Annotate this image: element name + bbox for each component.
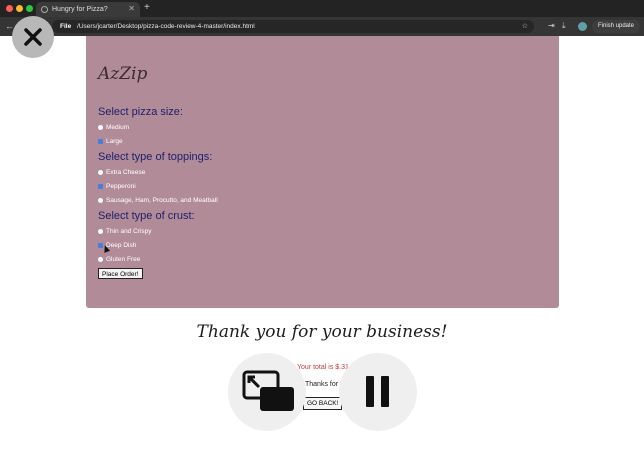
- radio-thin-crust[interactable]: [98, 228, 103, 234]
- size-label-large: Large: [106, 138, 123, 145]
- radio-medium[interactable]: [98, 124, 103, 130]
- picture-in-picture-icon: [242, 370, 294, 411]
- close-icon: [24, 28, 42, 46]
- tab-title: Hungry for Pizza?: [52, 6, 108, 13]
- topping-option-meats[interactable]: Sausage, Ham, Procutto, and Meatball: [98, 197, 218, 204]
- crust-heading: Select type of crust:: [98, 210, 195, 222]
- toppings-heading: Select type of toppings:: [98, 151, 213, 163]
- order-panel: AzZip Select pizza size: Medium Large Se…: [86, 36, 559, 308]
- topping-label-pepperoni: Pepperoni: [106, 183, 136, 190]
- pause-icon: [366, 376, 389, 407]
- radio-meats[interactable]: [98, 197, 103, 203]
- address-bar[interactable]: File /Users/jcarter/Desktop/pizza-code-r…: [52, 20, 534, 33]
- size-heading: Select pizza size:: [98, 106, 183, 118]
- size-label-medium: Medium: [106, 124, 130, 131]
- browser-toolbar: ← → File /Users/jcarter/Desktop/pizza-co…: [0, 17, 644, 36]
- go-back-button[interactable]: GO BACK!: [303, 397, 343, 410]
- close-overlay-button[interactable]: [12, 16, 54, 58]
- thanks-heading: Thank you for your business!: [196, 322, 448, 342]
- crust-label-thin: Thin and Crispy: [106, 228, 152, 235]
- bookmark-star-icon[interactable]: ☆: [522, 22, 528, 30]
- crust-option-thin[interactable]: Thin and Crispy: [98, 228, 152, 235]
- crust-label-deep-dish: Deep Dish: [106, 242, 137, 249]
- topping-option-pepperoni[interactable]: Pepperoni: [98, 183, 136, 190]
- browser-titlebar: Hungry for Pizza? ✕ +: [0, 0, 644, 17]
- size-option-large[interactable]: Large: [98, 138, 123, 145]
- pause-button[interactable]: [339, 353, 417, 431]
- browser-tab[interactable]: Hungry for Pizza? ✕: [36, 2, 140, 17]
- topping-label-cheese: Extra Cheese: [106, 169, 146, 176]
- profile-avatar[interactable]: [578, 22, 587, 31]
- download-icon[interactable]: ⤓: [562, 21, 566, 31]
- radio-large[interactable]: [98, 138, 103, 144]
- new-tab-button[interactable]: +: [144, 2, 150, 13]
- finish-update-button[interactable]: Finish update: [592, 20, 640, 33]
- radio-pepperoni[interactable]: [98, 183, 103, 189]
- minimize-window-icon[interactable]: [16, 5, 23, 12]
- tab-close-icon[interactable]: ✕: [128, 4, 135, 13]
- url-text: /Users/jcarter/Desktop/pizza-code-review…: [77, 23, 255, 30]
- globe-icon: [41, 6, 48, 13]
- topping-option-cheese[interactable]: Extra Cheese: [98, 169, 145, 176]
- close-window-icon[interactable]: [6, 5, 13, 12]
- url-scheme: File: [60, 23, 72, 30]
- cast-icon[interactable]: ⇥: [548, 21, 555, 30]
- size-option-medium[interactable]: Medium: [98, 124, 129, 131]
- topping-label-meats: Sausage, Ham, Procutto, and Meatball: [106, 197, 218, 204]
- picture-in-picture-button[interactable]: [228, 353, 306, 431]
- radio-gluten-free[interactable]: [98, 256, 103, 262]
- maximize-window-icon[interactable]: [26, 5, 33, 12]
- site-logo: AzZip: [98, 64, 148, 84]
- crust-label-gluten-free: Gluten Free: [106, 256, 141, 263]
- place-order-button[interactable]: Place Order!: [98, 268, 143, 279]
- crust-option-gluten-free[interactable]: Gluten Free: [98, 256, 140, 263]
- radio-extra-cheese[interactable]: [98, 169, 103, 175]
